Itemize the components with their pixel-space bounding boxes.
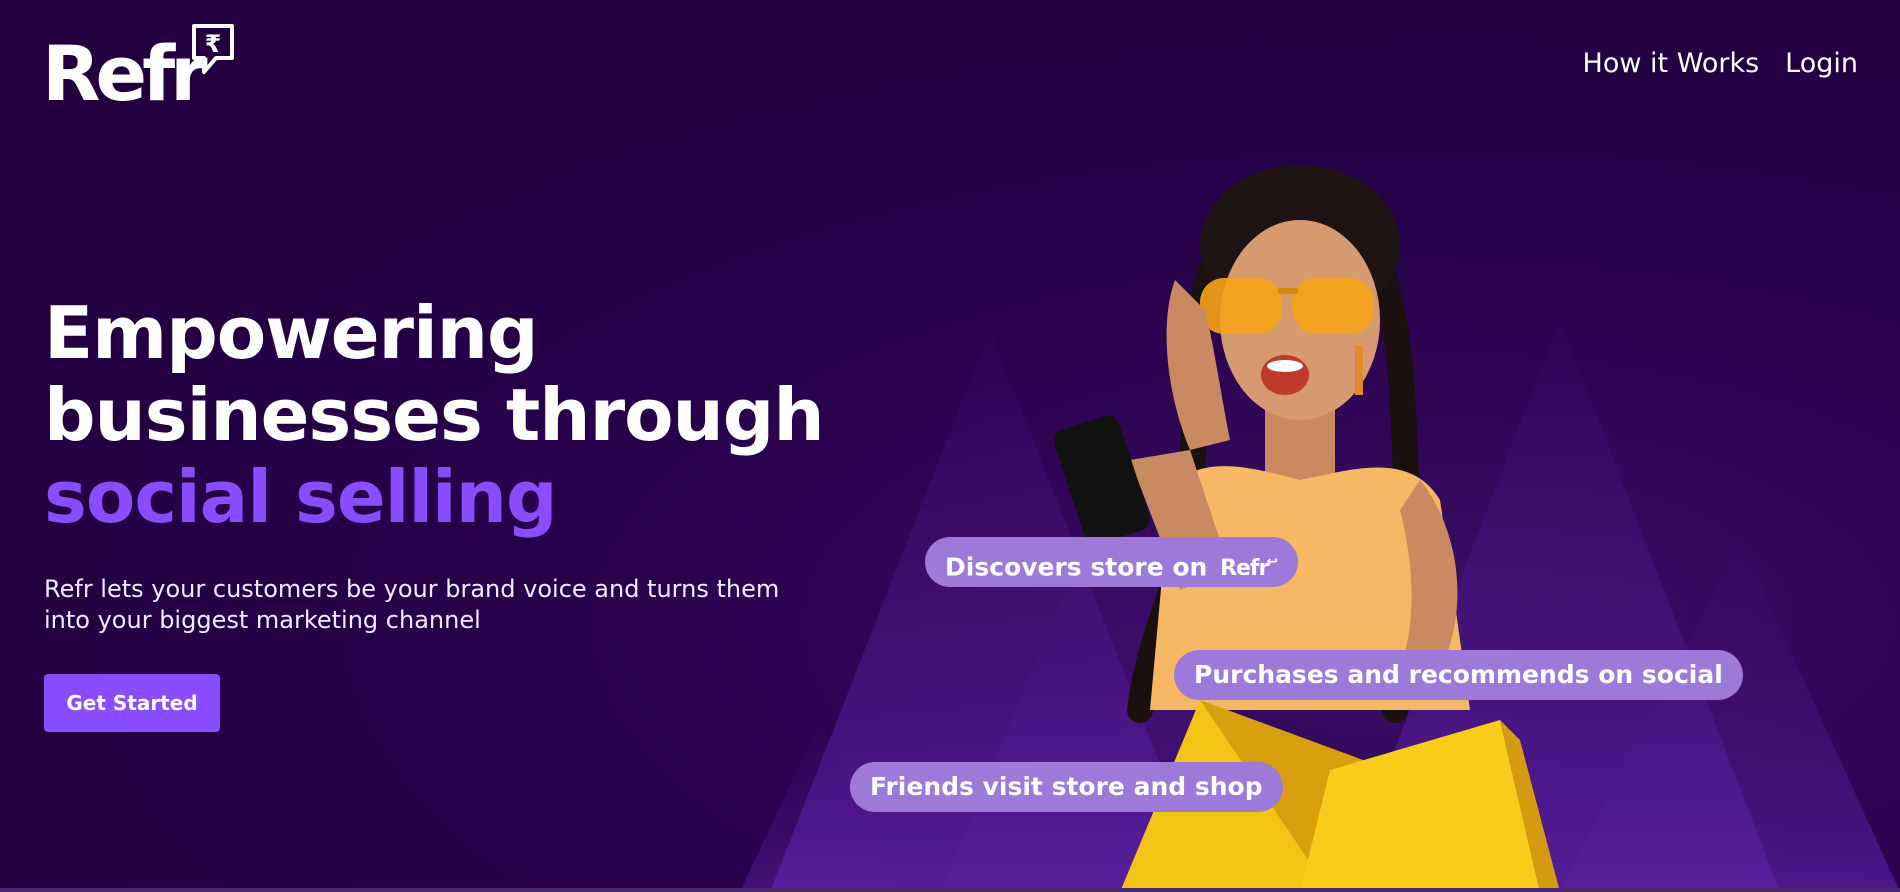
mini-rupee-icon: ↩ bbox=[1266, 554, 1279, 570]
bottom-divider bbox=[0, 888, 1900, 892]
bubble-friends-visit: Friends visit store and shop bbox=[850, 762, 1283, 812]
bubble-discovers-store: Discovers store on Refr↩ bbox=[925, 537, 1299, 587]
top-nav: How it Works Login bbox=[1583, 48, 1858, 79]
bubble-discovers-text: Discovers store on bbox=[945, 552, 1208, 582]
svg-text:₹: ₹ bbox=[205, 30, 222, 58]
nav-how-it-works[interactable]: How it Works bbox=[1583, 48, 1760, 79]
rupee-chat-icon: ₹ bbox=[192, 24, 234, 74]
hero-title: Empowering businesses through social sel… bbox=[44, 291, 825, 539]
hero-title-line-1: Empowering bbox=[44, 291, 539, 375]
bubble-refr-logo: Refr bbox=[1220, 556, 1269, 582]
hero-section: Empowering businesses through social sel… bbox=[44, 291, 825, 732]
get-started-button[interactable]: Get Started bbox=[44, 674, 220, 732]
hero-description: Refr lets your customers be your brand v… bbox=[44, 575, 780, 634]
page: Refr ₹ How it Works Login Empowering bus… bbox=[0, 0, 1900, 892]
hero-title-line-2: businesses through bbox=[44, 373, 825, 457]
bubble-purchases: Purchases and recommends on social bbox=[1174, 650, 1743, 700]
hero-title-accent: social selling bbox=[44, 455, 558, 539]
nav-login[interactable]: Login bbox=[1785, 48, 1858, 79]
brand-logo[interactable]: Refr ₹ bbox=[42, 22, 242, 117]
logo-wordmark: Refr bbox=[42, 29, 208, 118]
